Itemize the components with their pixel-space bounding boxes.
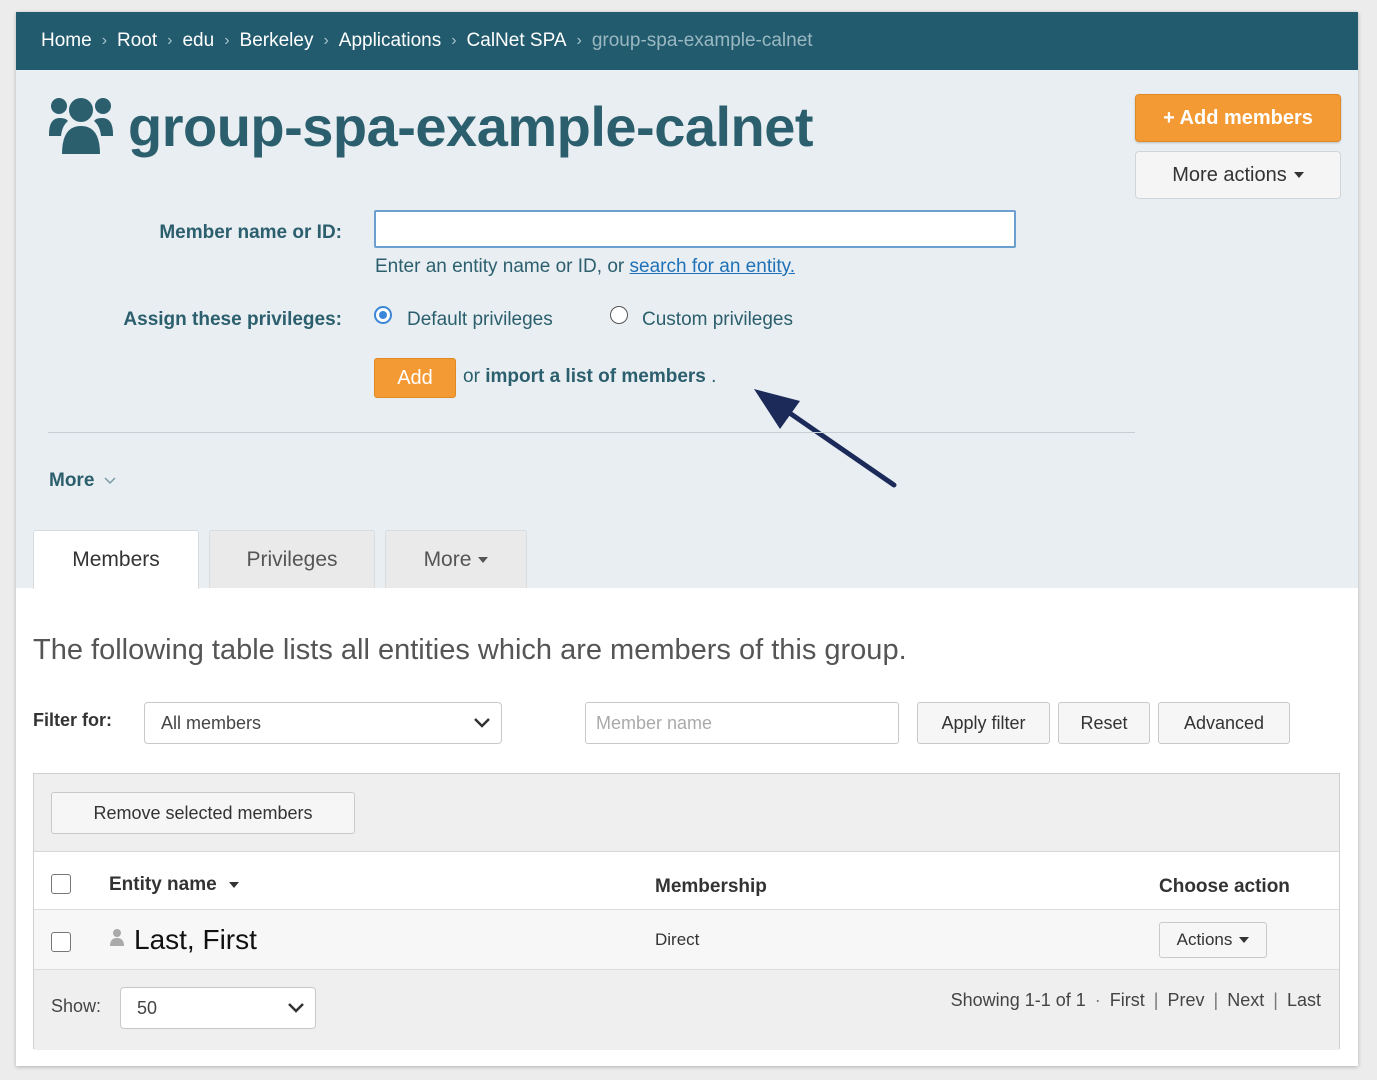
- column-choose-action: Choose action: [1159, 876, 1290, 897]
- pager-last[interactable]: Last: [1287, 990, 1321, 1010]
- tab-more[interactable]: More: [385, 530, 527, 588]
- select-all-checkbox[interactable]: [51, 874, 71, 894]
- group-header: group-spa-example-calnet + Add members M…: [16, 70, 1358, 589]
- custom-privileges-label: Custom privileges: [642, 309, 793, 330]
- members-intro: The following table lists all entities w…: [33, 634, 907, 666]
- breadcrumb-separator-icon: ›: [451, 32, 457, 49]
- filter-label: Filter for:: [33, 710, 112, 730]
- breadcrumb: Home › Root › edu › Berkeley › Applicati…: [16, 12, 1358, 70]
- breadcrumb-separator-icon: ›: [576, 32, 582, 49]
- add-button[interactable]: Add: [374, 358, 456, 398]
- table-toolbar: Remove selected members: [34, 774, 1339, 852]
- tab-privileges[interactable]: Privileges: [209, 530, 375, 588]
- pager-first[interactable]: First: [1110, 990, 1145, 1010]
- person-icon: [110, 929, 124, 946]
- add-members-button[interactable]: + Add members: [1135, 94, 1341, 142]
- page-title: group-spa-example-calnet: [128, 95, 814, 158]
- column-entity-name-label: Entity name: [109, 874, 217, 895]
- import-members-link[interactable]: import a list of members: [485, 366, 706, 387]
- member-name-search-input[interactable]: [585, 702, 899, 744]
- breadcrumb-separator-icon: ›: [167, 32, 173, 49]
- member-filter-select[interactable]: All members: [144, 702, 502, 744]
- member-help-text: Enter an entity name or ID, or search fo…: [375, 256, 795, 278]
- chevron-down-icon: [104, 477, 116, 485]
- table-row: Last, First Direct Actions: [34, 910, 1339, 970]
- remove-selected-members-button[interactable]: Remove selected members: [51, 792, 355, 834]
- pager-dot: ·: [1094, 990, 1101, 1010]
- search-entity-link[interactable]: search for an entity.: [630, 256, 795, 277]
- pager-divider: |: [1273, 990, 1278, 1010]
- breadcrumb-calnet-spa[interactable]: CalNet SPA: [467, 30, 567, 52]
- reset-button[interactable]: Reset: [1058, 702, 1150, 744]
- column-membership: Membership: [655, 876, 767, 897]
- breadcrumb-berkeley[interactable]: Berkeley: [240, 30, 314, 52]
- chevron-down-icon: [474, 718, 490, 728]
- default-privileges-radio[interactable]: [374, 306, 392, 324]
- breadcrumb-home[interactable]: Home: [41, 30, 92, 52]
- advanced-button[interactable]: Advanced: [1158, 702, 1290, 744]
- more-actions-label: More actions: [1172, 163, 1287, 186]
- page-size-select[interactable]: 50: [120, 987, 316, 1029]
- apply-filter-button[interactable]: Apply filter: [917, 702, 1050, 744]
- more-toggle[interactable]: More: [49, 470, 116, 492]
- app-frame: Home › Root › edu › Berkeley › Applicati…: [16, 12, 1358, 1066]
- caret-down-icon: [478, 556, 489, 563]
- breadcrumb-current: group-spa-example-calnet: [591, 30, 813, 51]
- breadcrumb-root[interactable]: Root: [117, 30, 157, 52]
- more-actions-button[interactable]: More actions: [1135, 151, 1341, 199]
- header-divider: [48, 432, 1135, 433]
- tab-more-label: More: [423, 547, 472, 571]
- row-checkbox[interactable]: [51, 932, 71, 952]
- import-line: or import a list of members .: [463, 366, 716, 388]
- breadcrumb-separator-icon: ›: [323, 32, 329, 49]
- breadcrumb-applications[interactable]: Applications: [339, 30, 441, 52]
- breadcrumb-separator-icon: ›: [224, 32, 230, 49]
- members-table: Remove selected members Entity name Memb…: [33, 773, 1340, 1050]
- pager-prev[interactable]: Prev: [1168, 990, 1205, 1010]
- row-actions-button[interactable]: Actions: [1159, 922, 1267, 958]
- table-footer: Show: 50 Showing 1-1 of 1 · First | Prev…: [34, 970, 1339, 1050]
- caret-down-icon: [1293, 172, 1304, 178]
- more-toggle-label: More: [49, 470, 95, 491]
- row-actions-label: Actions: [1176, 930, 1233, 949]
- member-name-input[interactable]: [374, 210, 1016, 248]
- show-label: Show:: [51, 996, 102, 1016]
- member-filter-value: All members: [161, 712, 262, 733]
- custom-privileges-radio[interactable]: [610, 306, 628, 324]
- entity-name-link[interactable]: Last, First: [134, 924, 257, 956]
- sort-caret-icon: [228, 881, 239, 888]
- default-privileges-label: Default privileges: [407, 309, 553, 330]
- membership-value: Direct: [655, 930, 700, 949]
- group-icon: [49, 98, 113, 154]
- import-suffix: .: [705, 366, 717, 387]
- tab-members[interactable]: Members: [33, 530, 199, 589]
- member-name-label: Member name or ID:: [159, 222, 342, 243]
- import-prefix: or: [463, 366, 486, 387]
- breadcrumb-separator-icon: ›: [101, 32, 108, 49]
- pager-divider: |: [1153, 990, 1159, 1010]
- pager-next[interactable]: Next: [1227, 990, 1264, 1010]
- table-header: Entity name Membership Choose action: [34, 852, 1339, 910]
- pager-summary: Showing 1-1 of 1: [950, 990, 1086, 1010]
- help-prefix: Enter an entity name or ID, or: [375, 256, 630, 277]
- caret-down-icon: [1239, 937, 1250, 943]
- annotation-arrow-icon: [754, 389, 897, 488]
- privileges-label: Assign these privileges:: [123, 309, 342, 330]
- page-size-value: 50: [137, 997, 158, 1018]
- pager-divider: |: [1213, 990, 1219, 1010]
- breadcrumb-edu[interactable]: edu: [182, 30, 214, 52]
- column-entity-name[interactable]: Entity name: [109, 874, 239, 896]
- chevron-down-icon: [288, 1003, 304, 1013]
- pagination: Showing 1-1 of 1 · First | Prev | Next |…: [951, 990, 1321, 1011]
